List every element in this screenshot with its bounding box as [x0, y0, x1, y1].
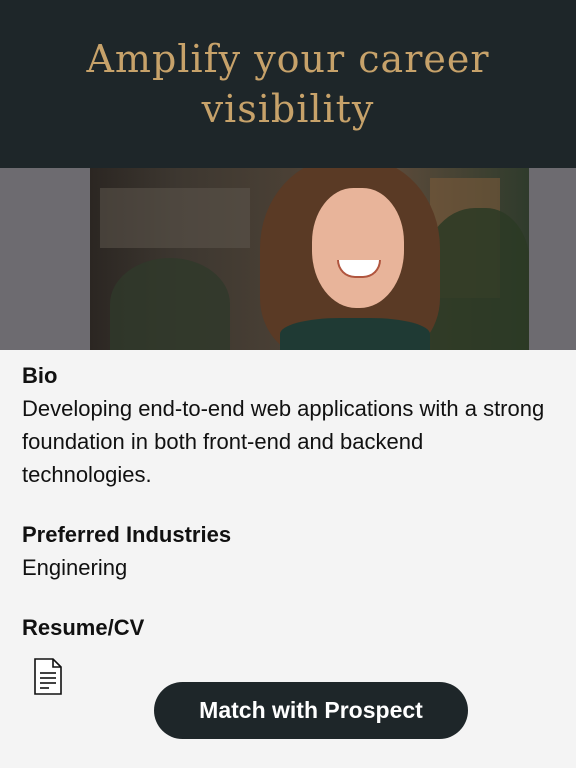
match-with-prospect-button[interactable]: Match with Prospect — [154, 682, 468, 739]
photo-band — [0, 168, 576, 350]
hero-header: Amplify your career visibility — [0, 0, 576, 168]
profile-details: Bio Developing end-to-end web applicatio… — [22, 362, 552, 642]
industries-text: Enginering — [22, 555, 128, 580]
hero-title: Amplify your career visibility — [86, 37, 490, 131]
bio-section: Bio Developing end-to-end web applicatio… — [22, 362, 552, 491]
industries-section: Preferred Industries Enginering — [22, 521, 552, 584]
resume-label: Resume/CV — [22, 615, 145, 640]
industries-label: Preferred Industries — [22, 522, 232, 547]
resume-section: Resume/CV — [22, 614, 552, 642]
document-icon[interactable] — [34, 658, 62, 695]
bio-text: Developing end-to-end web applications w… — [22, 396, 545, 487]
bio-label: Bio — [22, 363, 58, 388]
profile-photo — [90, 168, 529, 350]
